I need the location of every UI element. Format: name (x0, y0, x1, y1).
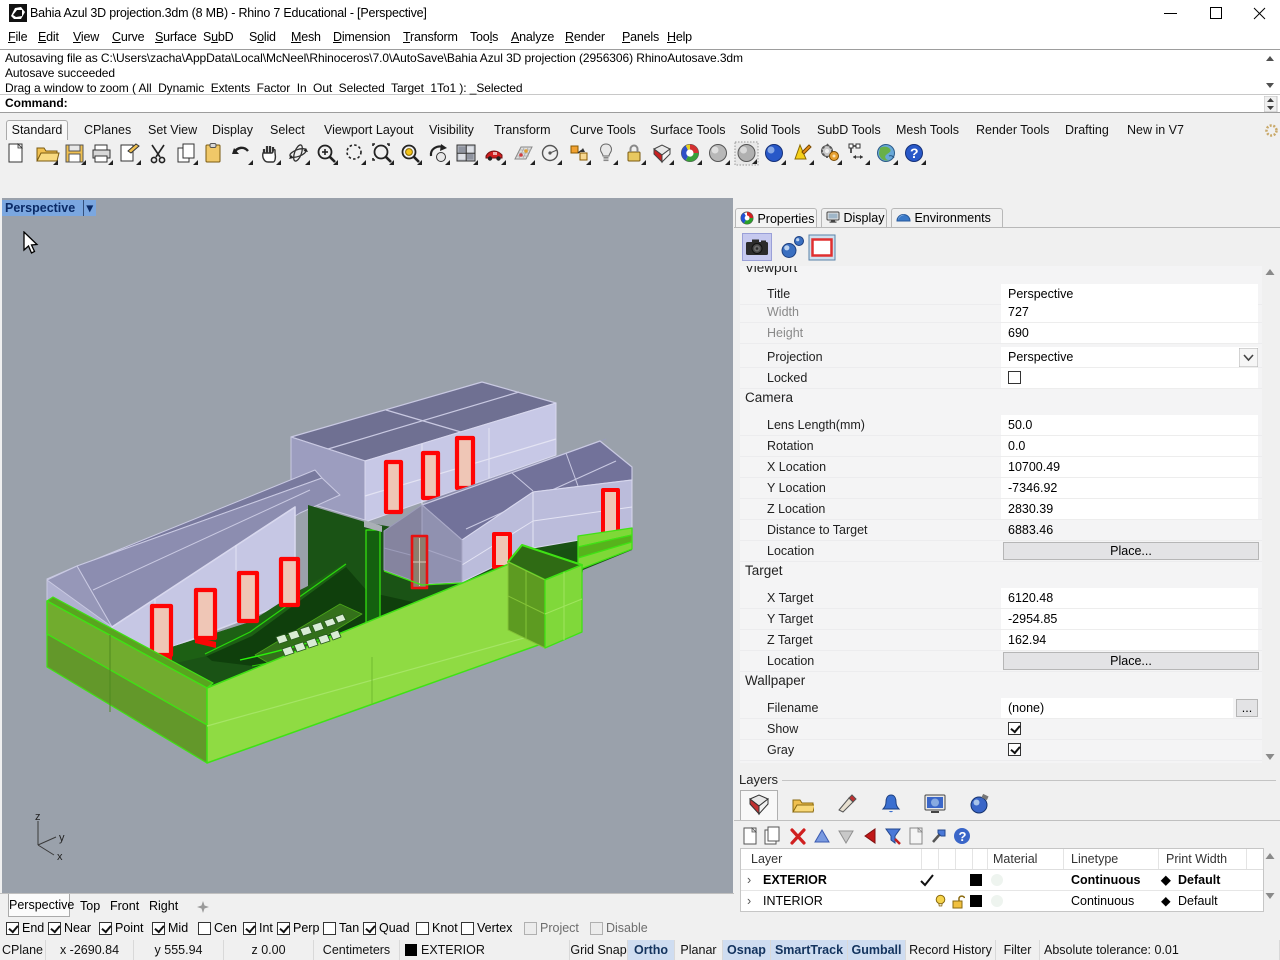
svg-text:z: z (35, 813, 41, 823)
svg-text:y: y (59, 832, 65, 844)
svg-text:x: x (57, 851, 63, 863)
svg-text:?: ? (910, 145, 919, 161)
svg-text:?: ? (959, 829, 967, 844)
